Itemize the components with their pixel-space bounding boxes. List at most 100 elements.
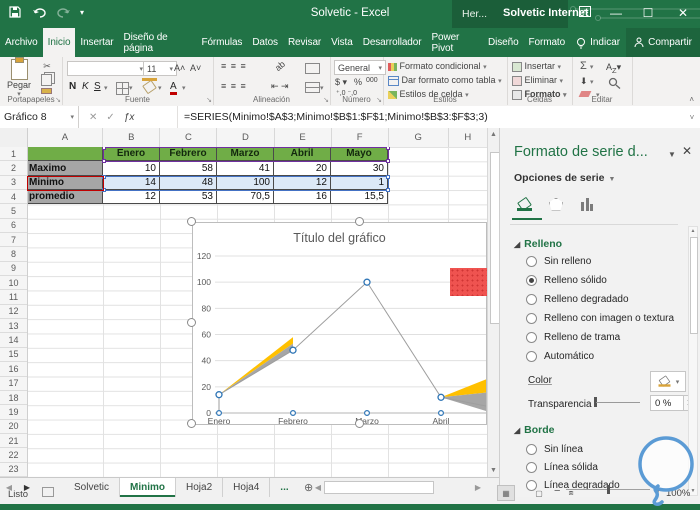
dialog-launcher-icon[interactable]: ↘ bbox=[206, 96, 212, 104]
share-button[interactable]: Compartir bbox=[626, 28, 700, 57]
chart-resize-handle[interactable] bbox=[187, 419, 196, 428]
cell-B2[interactable]: 10 bbox=[103, 161, 160, 176]
row-header[interactable]: 10 bbox=[0, 276, 27, 291]
cell-A3[interactable]: Minimo bbox=[27, 175, 103, 191]
page-break-view-icon[interactable]: ⧈ bbox=[562, 485, 580, 501]
col-header-D[interactable]: D bbox=[217, 128, 275, 147]
row-header[interactable]: 19 bbox=[0, 405, 27, 420]
tab-inicio[interactable]: Inicio bbox=[42, 28, 76, 57]
row-header[interactable]: 2 bbox=[0, 161, 27, 176]
font-color-dropdown-icon[interactable]: ▾ bbox=[182, 84, 186, 92]
radio-relleno-trama[interactable]: Relleno de trama bbox=[526, 332, 620, 343]
formula-input[interactable]: =SERIES(Minimo!$A$3;Minimo!$B$1:$F$1;Min… bbox=[178, 106, 684, 128]
radio-linea-solida[interactable]: Línea sólida bbox=[526, 462, 598, 473]
radio-automatico-fill[interactable]: Automático bbox=[526, 351, 594, 362]
font-size-combo[interactable]: 11 ▾ bbox=[143, 61, 177, 76]
borders-icon[interactable] bbox=[116, 82, 129, 95]
expand-formula-bar-icon[interactable]: ˅ bbox=[684, 106, 700, 128]
font-color-icon[interactable]: A bbox=[170, 81, 177, 95]
chart-resize-handle[interactable] bbox=[187, 217, 196, 226]
chart-resize-handle[interactable] bbox=[187, 318, 196, 327]
col-header-F[interactable]: F bbox=[332, 128, 389, 147]
effects-tab-icon[interactable] bbox=[544, 192, 568, 216]
scrollbar-thumb[interactable] bbox=[690, 237, 698, 334]
radio-relleno-solido[interactable]: Relleno sólido bbox=[526, 275, 607, 286]
merge-dropdown-icon[interactable]: ▾ bbox=[320, 84, 324, 92]
cell-E4[interactable]: 16 bbox=[274, 190, 331, 205]
cell-F1[interactable]: Mayo bbox=[331, 147, 388, 162]
cell-D2[interactable]: 41 bbox=[217, 161, 274, 176]
dialog-launcher-icon[interactable]: ↘ bbox=[376, 96, 382, 104]
chart-resize-handle[interactable] bbox=[355, 217, 364, 226]
cell-C1[interactable]: Febrero bbox=[160, 147, 217, 162]
italic-icon[interactable]: K bbox=[82, 81, 89, 92]
indent-icons[interactable]: ⇤ ⇥ bbox=[271, 81, 289, 92]
row-header[interactable]: 15 bbox=[0, 348, 27, 363]
scroll-up-icon[interactable]: ▲ bbox=[689, 228, 697, 234]
cell-B3[interactable]: 14 bbox=[103, 175, 160, 191]
radio-sin-linea[interactable]: Sin línea bbox=[526, 444, 583, 455]
row-header[interactable]: 22 bbox=[0, 448, 27, 463]
wrap-text-icon[interactable] bbox=[305, 63, 320, 74]
ribbon-display-options-icon[interactable] bbox=[574, 6, 596, 20]
scroll-left-icon[interactable]: ◀ bbox=[312, 483, 324, 492]
shrink-font-icon[interactable]: A˅ bbox=[190, 63, 201, 73]
zoom-slider-thumb[interactable] bbox=[607, 485, 610, 494]
delete-cells-button[interactable]: Eliminar ▾ bbox=[512, 75, 563, 86]
dialog-launcher-icon[interactable]: ↘ bbox=[323, 96, 329, 104]
tab-archivo[interactable]: Archivo bbox=[0, 28, 43, 57]
cell-A4[interactable]: promedio bbox=[27, 190, 103, 205]
scroll-down-icon[interactable]: ▼ bbox=[488, 467, 499, 474]
row-header[interactable]: 7 bbox=[0, 233, 27, 248]
minimize-button[interactable]: — bbox=[605, 6, 627, 20]
chart-area[interactable]: Título del gráfico 0 20 40 60 80 100 120 Enero F… bbox=[192, 222, 487, 425]
tab-formato-contextual[interactable]: Formato bbox=[524, 28, 571, 57]
select-all-corner[interactable] bbox=[0, 128, 28, 147]
row-header[interactable]: 5 bbox=[0, 204, 27, 219]
fill-color-dropdown-icon[interactable]: ▾ bbox=[158, 84, 162, 92]
row-header[interactable]: 14 bbox=[0, 333, 27, 348]
chart-resize-handle[interactable] bbox=[355, 419, 364, 428]
close-button[interactable]: ✕ bbox=[672, 6, 694, 20]
paste-button[interactable]: Pegar ▾ bbox=[4, 57, 34, 98]
underline-dropdown-icon[interactable]: ▾ bbox=[104, 84, 108, 92]
tab-power-pivot[interactable]: Power Pivot bbox=[426, 28, 483, 57]
row-header[interactable]: 9 bbox=[0, 262, 27, 277]
transparency-slider[interactable] bbox=[596, 402, 640, 403]
cancel-formula-icon[interactable]: ✕ bbox=[89, 112, 97, 123]
row-header[interactable]: 16 bbox=[0, 362, 27, 377]
cell-D4[interactable]: 70,5 bbox=[217, 190, 274, 205]
tab-formulas[interactable]: Fórmulas bbox=[196, 28, 247, 57]
radio-sin-relleno[interactable]: Sin relleno bbox=[526, 256, 591, 267]
find-select-icon[interactable] bbox=[608, 76, 622, 94]
tab-datos[interactable]: Datos bbox=[247, 28, 283, 57]
scrollbar-thumb[interactable] bbox=[324, 481, 434, 494]
tab-desarrollador[interactable]: Desarrollador bbox=[358, 28, 427, 57]
format-as-table-button[interactable]: Dar formato como tabla ▾ bbox=[388, 75, 502, 86]
enter-formula-icon[interactable]: ✓ bbox=[106, 112, 114, 123]
worksheet-grid[interactable]: 1 2 3 4 5 6 7 8 9 10 11 12 13 14 15 16 17 18 19 20 21 22 23 En… bbox=[0, 147, 487, 477]
cell-B4[interactable]: 12 bbox=[103, 190, 160, 205]
row-header[interactable]: 18 bbox=[0, 391, 27, 406]
col-header-C[interactable]: C bbox=[160, 128, 218, 147]
worksheet-vertical-scrollbar[interactable]: ▲ ▼ bbox=[487, 128, 500, 477]
page-layout-view-icon[interactable]: ▢ bbox=[530, 485, 548, 501]
fill-section-header[interactable]: ◢ Relleno bbox=[514, 238, 562, 250]
tab-vista[interactable]: Vista bbox=[326, 28, 358, 57]
chart-object[interactable]: Título del gráfico 0 20 40 60 80 100 120 Enero F… bbox=[187, 217, 487, 428]
underline-icon[interactable]: S bbox=[94, 81, 101, 92]
row-header[interactable]: 8 bbox=[0, 247, 27, 262]
transparency-value[interactable]: 0 % bbox=[650, 395, 684, 411]
row-header[interactable]: 1 bbox=[0, 147, 27, 162]
maximize-button[interactable]: ☐ bbox=[637, 6, 659, 20]
row-header[interactable]: 17 bbox=[0, 377, 27, 391]
row-header[interactable]: 23 bbox=[0, 463, 27, 477]
taskpane-title-dropdown-icon[interactable]: ▼ bbox=[668, 150, 676, 159]
tab-insertar[interactable]: Insertar bbox=[75, 28, 118, 57]
col-header-G[interactable]: G bbox=[389, 128, 449, 147]
scroll-right-icon[interactable]: ▶ bbox=[472, 483, 484, 492]
row-header[interactable]: 3 bbox=[0, 176, 27, 191]
border-section-header[interactable]: ◢ Borde bbox=[514, 424, 555, 436]
insert-cells-button[interactable]: Insertar ▾ bbox=[512, 61, 561, 72]
orientation-icon[interactable]: ab bbox=[273, 59, 287, 73]
